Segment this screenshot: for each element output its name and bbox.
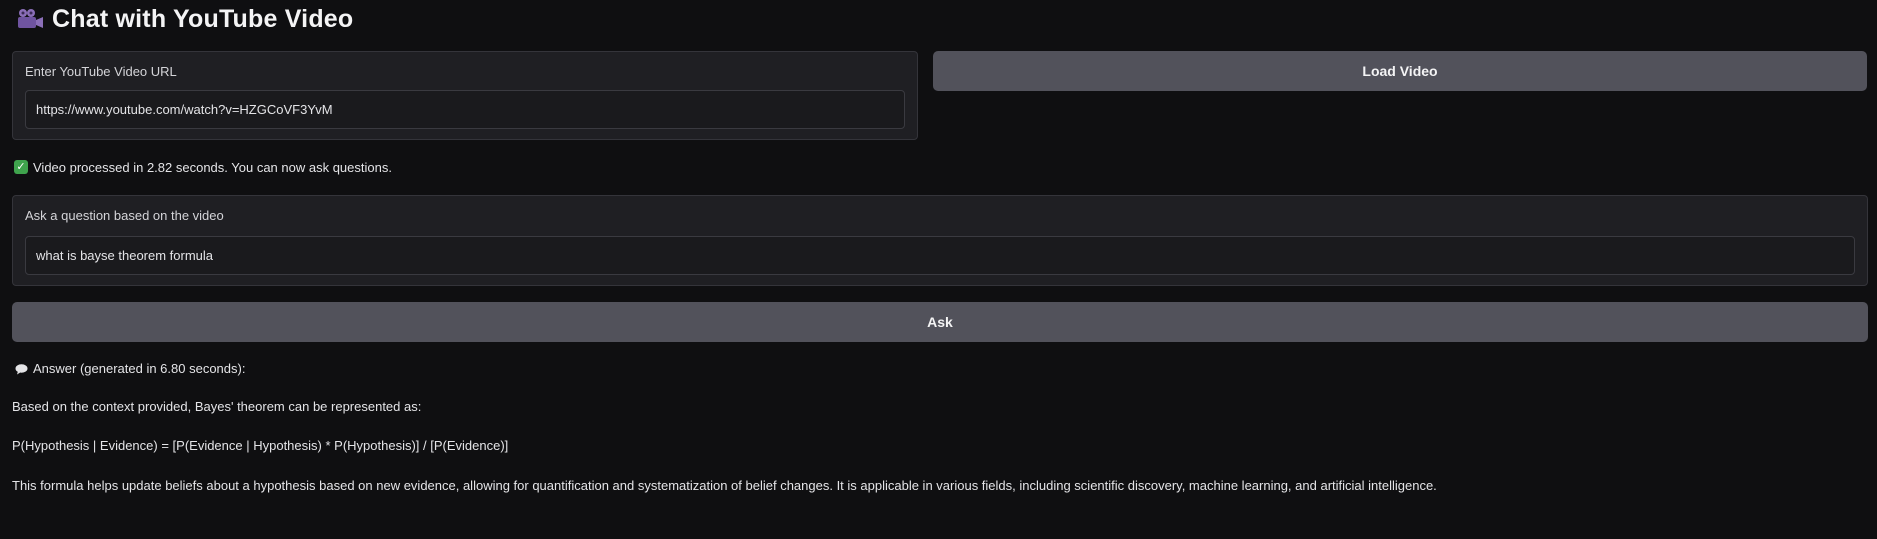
- question-panel: Ask a question based on the video: [12, 195, 1868, 286]
- header: Chat with YouTube Video: [16, 4, 353, 34]
- check-mark-icon: ✓: [14, 160, 28, 174]
- page-title: Chat with YouTube Video: [52, 4, 354, 33]
- answer-header: Answer (generated in 6.80 seconds):: [15, 359, 1862, 377]
- url-input-label: Enter YouTube Video URL: [25, 64, 177, 79]
- status-message: ✓ Video processed in 2.82 seconds. You c…: [14, 158, 392, 176]
- answer-section: Answer (generated in 6.80 seconds): Base…: [12, 359, 1862, 494]
- status-text: Video processed in 2.82 seconds. You can…: [33, 159, 392, 175]
- url-panel: Enter YouTube Video URL: [12, 51, 918, 140]
- question-input[interactable]: [25, 236, 1855, 275]
- ask-button[interactable]: Ask: [12, 302, 1868, 342]
- movie-camera-icon: [16, 8, 44, 30]
- youtube-url-input[interactable]: [25, 90, 905, 129]
- question-input-label: Ask a question based on the video: [25, 208, 224, 223]
- answer-paragraph: Based on the context provided, Bayes' th…: [12, 399, 422, 414]
- answer-paragraph: This formula helps update beliefs about …: [12, 478, 1437, 493]
- answer-header-text: Answer (generated in 6.80 seconds):: [33, 360, 246, 376]
- speech-bubble-icon: [15, 363, 28, 374]
- load-video-button[interactable]: Load Video: [933, 51, 1867, 91]
- app-page: Chat with YouTube Video Enter YouTube Vi…: [0, 0, 1877, 539]
- answer-formula: P(Hypothesis | Evidence) = [P(Evidence |…: [12, 438, 509, 453]
